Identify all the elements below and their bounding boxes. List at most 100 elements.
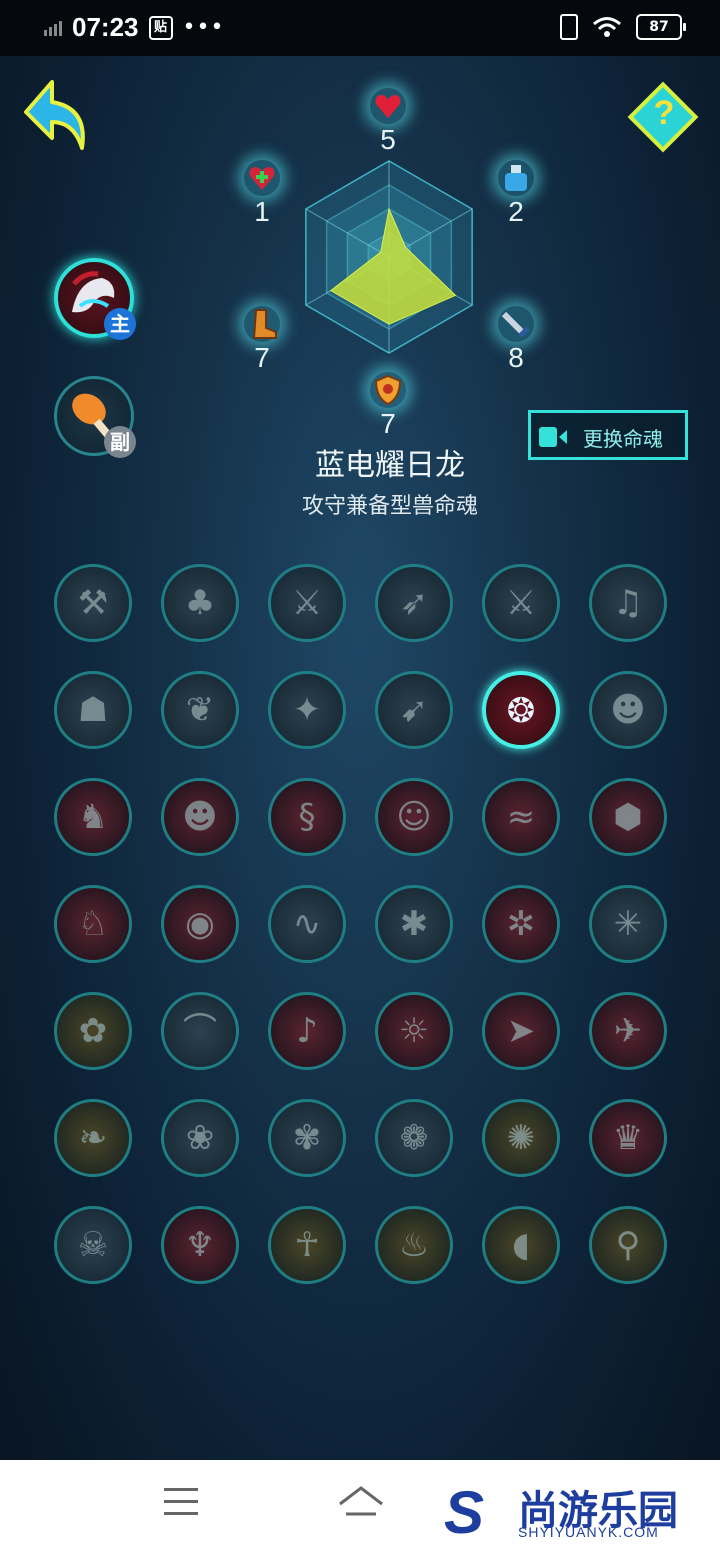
- centipede-icon: ✲: [506, 904, 536, 944]
- stat-value-speed: 7: [254, 342, 270, 373]
- potion-icon: [498, 160, 534, 196]
- soul-grid-cell[interactable]: ⚔: [482, 564, 560, 642]
- hammer-icon: ⚒: [77, 583, 109, 623]
- soul-grid-cell[interactable]: ♪: [268, 992, 346, 1070]
- change-soul-button[interactable]: 更换命魂: [528, 410, 688, 460]
- soul-grid-cell[interactable]: ◖: [482, 1206, 560, 1284]
- spear-icon: ➶: [399, 583, 429, 623]
- soul-grid-cell[interactable]: ➤: [482, 992, 560, 1070]
- stat-value-mp: 2: [508, 196, 524, 227]
- soul-grid-cell[interactable]: ☻: [589, 671, 667, 749]
- soul-grid-cell[interactable]: ✺: [482, 1099, 560, 1177]
- back-arrow-icon[interactable]: [22, 78, 92, 154]
- leaf-icon: ❧: [78, 1118, 108, 1158]
- bow-icon: ➹: [399, 690, 429, 730]
- shell-icon: ❦: [185, 690, 215, 730]
- soul-name: 蓝电耀日龙: [315, 448, 465, 483]
- sub-soul-badge: 副: [104, 426, 136, 458]
- soul-grid-cell[interactable]: ✦: [268, 671, 346, 749]
- soul-grid-cell[interactable]: ☼: [375, 992, 453, 1070]
- soul-grid-cell[interactable]: ✾: [268, 1099, 346, 1177]
- help-button[interactable]: ?: [627, 81, 700, 154]
- soul-grid-cell[interactable]: ❦: [161, 671, 239, 749]
- soul-grid-cell[interactable]: ♆: [161, 1206, 239, 1284]
- soul-grid-cell[interactable]: ☥: [268, 1206, 346, 1284]
- soul-grid-cell[interactable]: ⬢: [589, 778, 667, 856]
- status-bar: 07:23 贴 ••• 87: [0, 0, 720, 56]
- soul-grid-cell[interactable]: ☗: [54, 671, 132, 749]
- soul-grid-cell[interactable]: ✳: [589, 885, 667, 963]
- soul-grid-cell[interactable]: ♣: [161, 564, 239, 642]
- elephant-icon: ◉: [185, 904, 215, 944]
- fire-spirit-icon: ♨: [398, 1225, 430, 1265]
- soul-grid-cell[interactable]: ⚔: [268, 564, 346, 642]
- lion-icon: ☼: [398, 1011, 430, 1051]
- soul-grid-cell[interactable]: ◉: [161, 885, 239, 963]
- heal-icon: [244, 160, 280, 196]
- soul-grid-cell[interactable]: ❀: [161, 1099, 239, 1177]
- menu-icon[interactable]: [164, 1488, 198, 1516]
- cat-icon: ☺: [396, 797, 432, 837]
- soul-grid-cell[interactable]: ⌒: [161, 992, 239, 1070]
- stats-radar-chart: [305, 160, 473, 354]
- lotus-icon: ❁: [399, 1118, 429, 1158]
- game-screen: 07:23 贴 ••• 87 ? 主 副 5 2 8 7 7 1 更换命魂 蓝电…: [0, 0, 720, 1544]
- wolf-icon: ♞: [77, 797, 109, 837]
- whale-icon: ≈: [506, 797, 536, 837]
- shield-icon: [370, 372, 406, 408]
- axe-icon: ⚔: [291, 583, 323, 623]
- soul-grid-cell[interactable]: ⚲: [589, 1206, 667, 1284]
- main-soul-badge: 主: [104, 308, 136, 340]
- soul-grid-cell[interactable]: ☠: [54, 1206, 132, 1284]
- stat-value-attack: 8: [508, 342, 524, 373]
- soul-grid-cell[interactable]: ❂: [482, 671, 560, 749]
- tree-icon: ♣: [184, 583, 216, 623]
- more-notifications: •••: [182, 15, 225, 40]
- mask-icon: ☗: [77, 690, 109, 730]
- soul-grid-cell[interactable]: ⚒: [54, 564, 132, 642]
- wifi-icon: [593, 17, 621, 37]
- ant-icon: ✱: [399, 904, 429, 944]
- bat-icon: ⌒: [183, 1011, 217, 1051]
- home-icon[interactable]: [336, 1484, 386, 1524]
- soul-grid-cell[interactable]: ✈: [589, 992, 667, 1070]
- soul-grid-cell[interactable]: ❁: [375, 1099, 453, 1177]
- sword-icon: [498, 306, 534, 342]
- soul-grid-cell[interactable]: ∿: [268, 885, 346, 963]
- change-soul-label: 更换命魂: [583, 427, 663, 451]
- snake-icon: §: [298, 797, 316, 837]
- soul-grid-cell[interactable]: ✱: [375, 885, 453, 963]
- heart-icon: [370, 88, 406, 124]
- bell-icon: ♫: [612, 583, 644, 623]
- soul-grid-cell[interactable]: ♘: [54, 885, 132, 963]
- sword-icon: ⚔: [505, 583, 537, 623]
- worm-icon: ∿: [292, 904, 322, 944]
- sunflower-icon: ✺: [506, 1118, 536, 1158]
- bird-icon: ♪: [296, 1011, 318, 1051]
- soul-grid-cell[interactable]: ♞: [54, 778, 132, 856]
- soul-grid-cell[interactable]: ✲: [482, 885, 560, 963]
- soul-grid-cell[interactable]: ≈: [482, 778, 560, 856]
- stat-value-hp: 5: [380, 124, 396, 155]
- rose-icon: ❀: [185, 1118, 215, 1158]
- butterfly-icon: ✿: [78, 1011, 108, 1051]
- stat-value-regen: 1: [254, 196, 270, 227]
- soul-grid-cell[interactable]: ✿: [54, 992, 132, 1070]
- logo-mark: S: [444, 1479, 485, 1544]
- notification-icon: 贴: [148, 15, 173, 40]
- soul-grid-cell[interactable]: ☺: [375, 778, 453, 856]
- soul-grid-cell[interactable]: ❧: [54, 1099, 132, 1177]
- soul-grid-cell[interactable]: ♛: [589, 1099, 667, 1177]
- soul-grid-cell[interactable]: ♫: [589, 564, 667, 642]
- signal-icon: [44, 20, 62, 36]
- soul-grid-cell[interactable]: ➶: [375, 564, 453, 642]
- soul-grid-cell[interactable]: ♨: [375, 1206, 453, 1284]
- meat-icon: ◖: [512, 1225, 530, 1265]
- soul-grid-cell[interactable]: ☻: [161, 778, 239, 856]
- tiger-icon: ☻: [610, 690, 646, 730]
- soul-grid-cell[interactable]: ➹: [375, 671, 453, 749]
- fan-icon: ✦: [292, 690, 322, 730]
- soul-grid-cell[interactable]: §: [268, 778, 346, 856]
- boot-icon: [244, 306, 280, 342]
- video-camera-icon: [539, 427, 567, 447]
